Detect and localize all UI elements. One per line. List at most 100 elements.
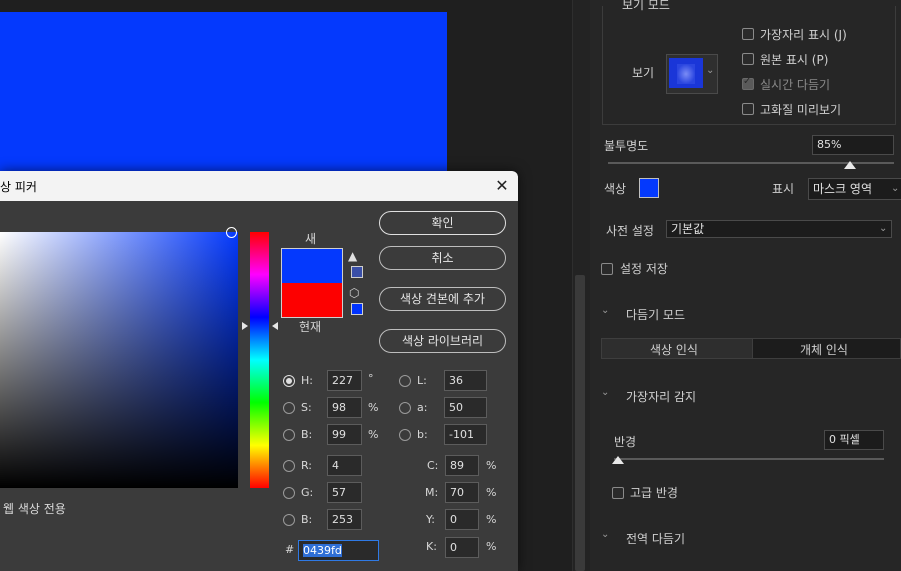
radius-input[interactable]: 0 픽셀	[824, 430, 884, 450]
blue-input[interactable]: 253	[327, 509, 362, 530]
l-input[interactable]: 36	[444, 370, 487, 391]
close-icon[interactable]: ✕	[490, 174, 514, 198]
scrollbar-thumb[interactable]	[575, 275, 585, 571]
smart-radius-label: 고급 반경	[630, 486, 678, 500]
current-color-swatch[interactable]	[282, 283, 342, 317]
show-edge-checkbox[interactable]	[742, 28, 754, 40]
c-label: C:	[427, 459, 439, 472]
s-label: S:	[301, 401, 312, 414]
web-colors-only-label[interactable]: 웹 색상 전용	[3, 500, 66, 517]
a-input[interactable]: 50	[444, 397, 487, 418]
view-label: 보기	[632, 66, 655, 80]
opacity-slider-thumb[interactable]	[844, 161, 856, 169]
show-original-checkbox[interactable]	[742, 53, 754, 65]
add-to-swatches-button[interactable]: 색상 견본에 추가	[379, 287, 506, 311]
radio-r[interactable]	[283, 460, 295, 472]
tab-color-aware-label: 색상 인식	[650, 343, 698, 357]
h-unit: °	[368, 372, 374, 385]
new-color-swatch	[282, 249, 342, 283]
refine-mode-header[interactable]: 다듬기 모드	[626, 306, 685, 323]
y-unit: %	[486, 513, 497, 526]
gamut-correction-swatch[interactable]	[351, 266, 363, 278]
show-original-label: 원본 표시 (P)	[760, 53, 829, 67]
save-settings-checkbox[interactable]	[601, 263, 613, 275]
g-input[interactable]: 57	[327, 482, 362, 503]
radio-s[interactable]	[283, 402, 295, 414]
portrait-thumbnail-icon	[677, 64, 695, 84]
view-mode-header: 보기 모드	[622, 0, 670, 12]
smart-radius-checkbox[interactable]	[612, 487, 624, 499]
m-label: M:	[425, 486, 439, 499]
r-label: R:	[301, 459, 313, 472]
m-input[interactable]: 70	[445, 482, 479, 503]
chevron-down-icon[interactable]: ⌄	[601, 305, 609, 316]
canvas-image[interactable]	[0, 12, 447, 192]
hue-slider-left-arrow-icon[interactable]	[242, 322, 248, 330]
out-of-gamut-warning-icon[interactable]: ▲	[348, 249, 357, 263]
chevron-down-icon: ⌄	[891, 183, 900, 194]
hue-slider-right-arrow-icon[interactable]	[272, 322, 278, 330]
web-safe-swatch[interactable]	[351, 303, 363, 315]
h-label: H:	[301, 374, 313, 387]
radio-g[interactable]	[283, 487, 295, 499]
preset-label: 사전 설정	[606, 224, 654, 238]
g-label: G:	[301, 486, 314, 499]
hex-value-selected: 0439fd	[303, 544, 342, 557]
m-unit: %	[486, 486, 497, 499]
real-time-refine-checkbox[interactable]	[742, 76, 754, 90]
color-preview	[281, 248, 343, 318]
radio-lab-b[interactable]	[399, 429, 411, 441]
show-edge-label: 가장자리 표시 (J)	[760, 28, 847, 42]
preset-dropdown[interactable]: 기본값 ⌄	[666, 220, 892, 238]
radio-b[interactable]	[283, 429, 295, 441]
s-input[interactable]: 98	[327, 397, 362, 418]
y-label: Y:	[426, 513, 435, 526]
hue-slider[interactable]	[250, 232, 269, 488]
lab-b-input[interactable]: -101	[444, 424, 487, 445]
color-field-cursor[interactable]	[226, 227, 237, 238]
y-input[interactable]: 0	[445, 509, 479, 530]
blue-label: B:	[301, 513, 313, 526]
hex-input[interactable]: 0439fd	[298, 540, 379, 561]
edge-detection-header[interactable]: 가장자리 감지	[626, 388, 696, 405]
color-picker-dialog: 상 피커 ✕ 새 현재 ▲ ⬡ 확인 취소 색상 견본에 추가 색상 라이브러리…	[0, 171, 518, 571]
save-settings-label: 설정 저장	[620, 262, 668, 276]
properties-panel: 보기 모드 보기 ⌄ 가장자리 표시 (J) 원본 표시 (P) 실시간 다듬기…	[590, 0, 901, 571]
preset-dropdown-value: 기본값	[671, 222, 705, 236]
color-label: 색상	[604, 182, 627, 196]
refine-mode-tabs: 색상 인식 개체 인식	[601, 338, 901, 359]
new-color-label: 새	[305, 232, 317, 246]
web-cube-icon[interactable]: ⬡	[349, 286, 359, 300]
chevron-down-icon[interactable]: ⌄	[601, 387, 609, 398]
radio-l[interactable]	[399, 375, 411, 387]
display-dropdown[interactable]: 마스크 영역 ⌄	[808, 178, 901, 200]
radio-a[interactable]	[399, 402, 411, 414]
b-label: B:	[301, 428, 313, 441]
global-refine-header[interactable]: 전역 다듬기	[626, 530, 685, 547]
opacity-input[interactable]: 85%	[812, 135, 894, 155]
k-unit: %	[486, 540, 497, 553]
c-input[interactable]: 89	[445, 455, 479, 476]
ok-button[interactable]: 확인	[379, 211, 506, 235]
tab-object-aware-label[interactable]: 개체 인식	[800, 341, 848, 358]
b-input[interactable]: 99	[327, 424, 362, 445]
view-thumbnail-dropdown[interactable]: ⌄	[666, 54, 718, 94]
r-input[interactable]: 4	[327, 455, 362, 476]
overlay-color-swatch[interactable]	[639, 178, 659, 198]
real-time-refine-label: 실시간 다듬기	[760, 78, 831, 92]
cancel-button[interactable]: 취소	[379, 246, 506, 270]
radius-slider-track[interactable]	[614, 458, 884, 460]
dialog-titlebar[interactable]: 상 피커 ✕	[0, 171, 518, 201]
radio-blue[interactable]	[283, 514, 295, 526]
chevron-down-icon[interactable]: ⌄	[601, 529, 609, 540]
radius-slider-thumb[interactable]	[612, 456, 624, 464]
dialog-title: 상 피커	[0, 180, 37, 194]
hex-label: #	[285, 543, 295, 556]
color-libraries-button[interactable]: 색상 라이브러리	[379, 329, 506, 353]
hq-preview-checkbox[interactable]	[742, 103, 754, 115]
k-input[interactable]: 0	[445, 537, 479, 558]
h-input[interactable]: 227	[327, 370, 362, 391]
radio-h[interactable]	[283, 375, 295, 387]
radius-label: 반경	[614, 435, 637, 449]
saturation-brightness-field[interactable]	[0, 232, 238, 488]
